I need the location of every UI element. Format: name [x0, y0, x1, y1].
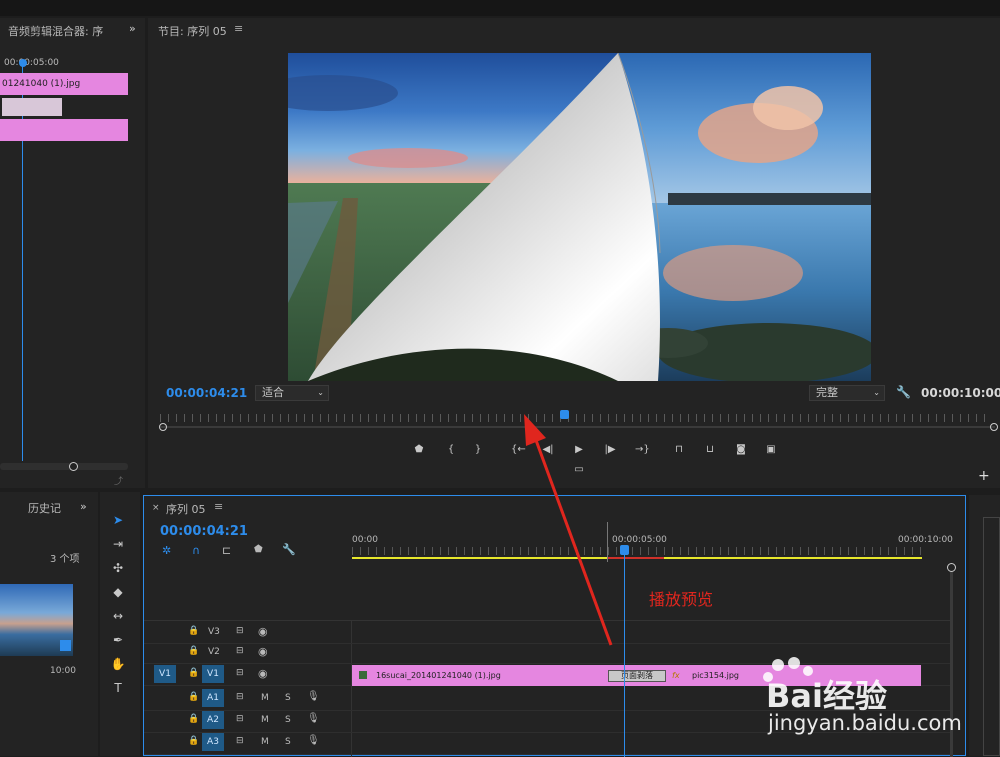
annotation-arrow-head	[524, 414, 546, 446]
annotation-arrow	[524, 414, 613, 646]
annotation-label: 播放预览	[649, 590, 714, 609]
baidu-watermark: Bai经验 jingyan.baidu.com	[760, 655, 1000, 755]
annotation-arrow-line	[531, 431, 613, 646]
watermark-url: jingyan.baidu.com	[768, 711, 962, 735]
